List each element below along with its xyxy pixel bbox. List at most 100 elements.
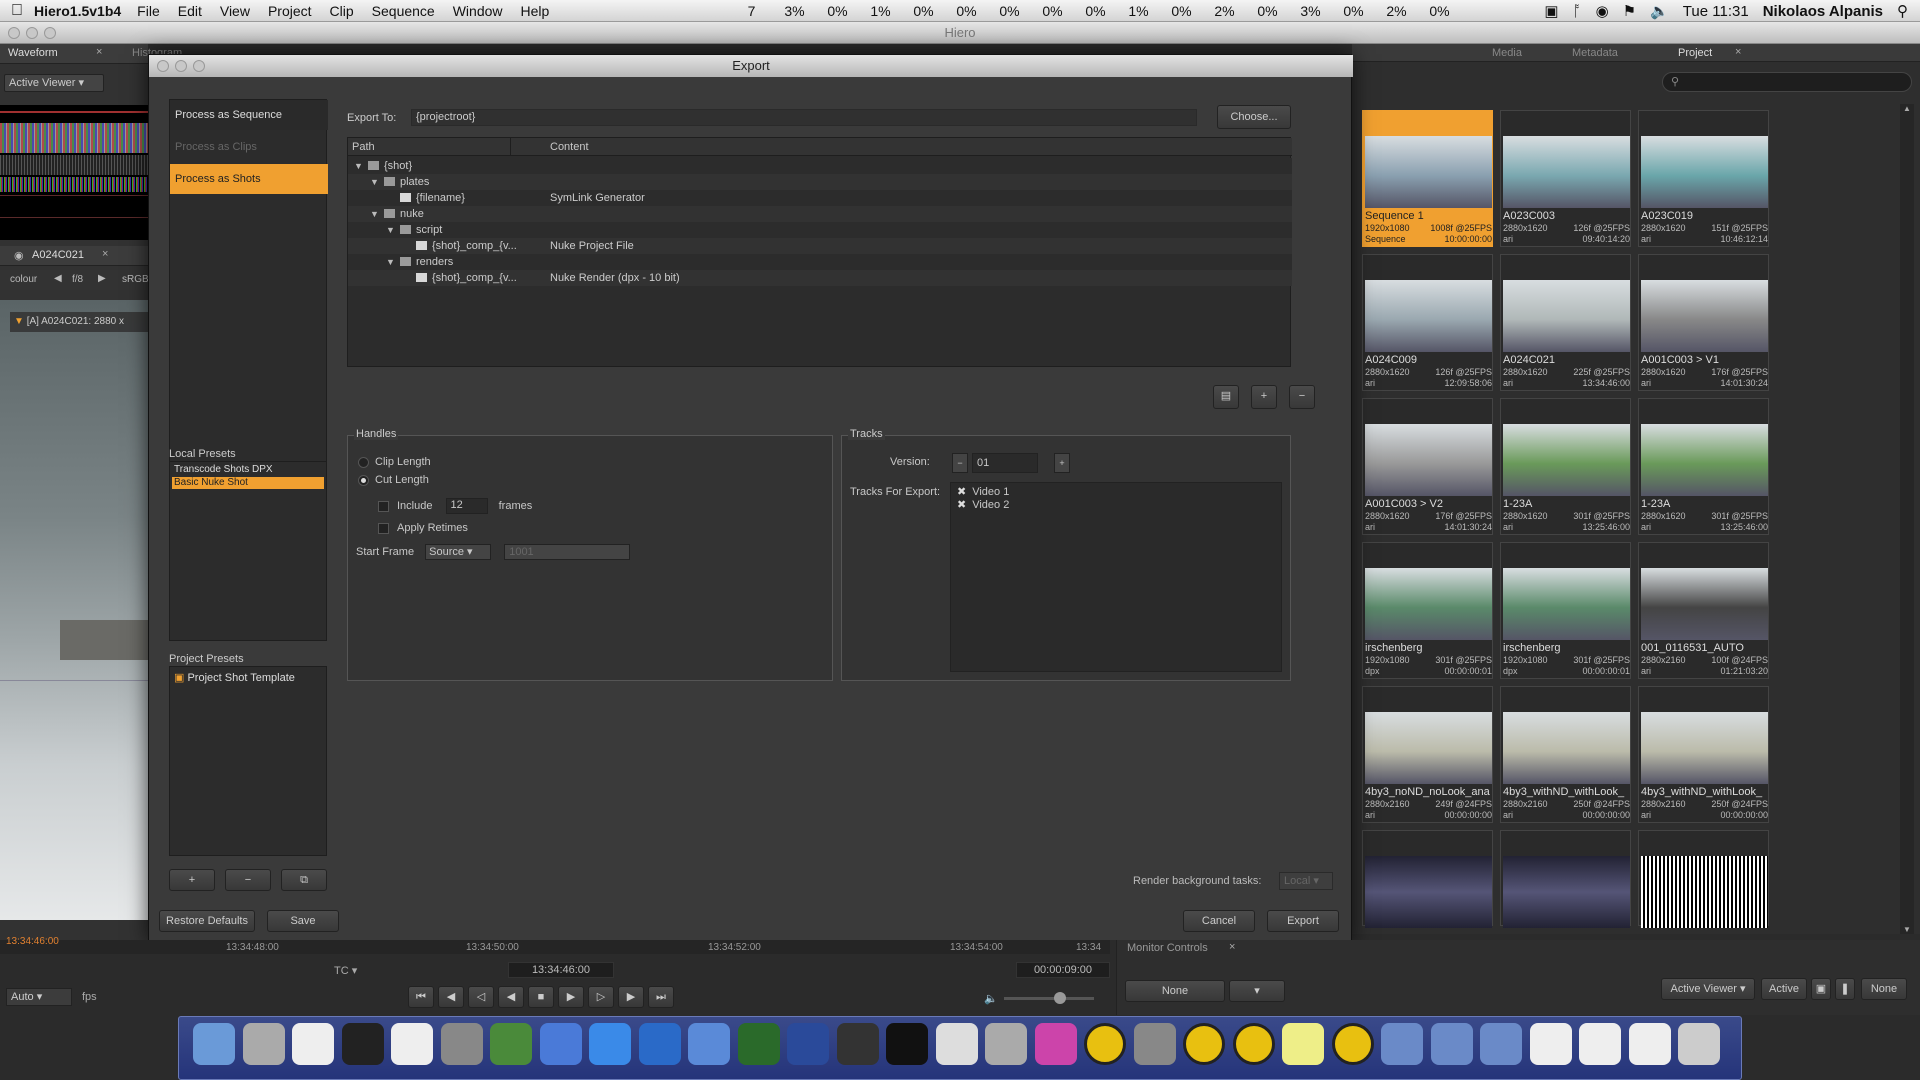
fstop-next-icon[interactable]: ▶ — [98, 273, 106, 284]
hiero-icon[interactable] — [1183, 1023, 1225, 1065]
disk-utility-icon[interactable] — [836, 1023, 879, 1065]
calendar-icon[interactable] — [391, 1023, 433, 1065]
safari-icon[interactable] — [539, 1023, 582, 1065]
itunes-icon[interactable] — [589, 1023, 631, 1065]
timeline-ruler[interactable]: 13:34:46:00 13:34:48:00 13:34:50:00 13:3… — [0, 936, 1110, 954]
rsi-guard-icon[interactable] — [935, 1023, 978, 1065]
version-input[interactable]: 01 — [972, 453, 1038, 473]
track-video-1[interactable]: ✖ Video 1 — [957, 485, 1009, 498]
scroll-up-icon[interactable]: ▲ — [1903, 104, 1911, 113]
finder-icon[interactable] — [193, 1023, 235, 1065]
tree-row[interactable]: ▼ nuke — [348, 206, 1292, 222]
tab-waveform[interactable]: Waveform — [8, 47, 58, 59]
dialog-minimize-icon[interactable] — [175, 60, 187, 72]
tree-row[interactable]: ▼ renders — [348, 254, 1292, 270]
cancel-button[interactable]: Cancel — [1183, 910, 1255, 932]
remove-path-button[interactable]: − — [1289, 385, 1315, 409]
scroll-down-icon[interactable]: ▼ — [1903, 925, 1911, 934]
menu-project[interactable]: Project — [268, 3, 312, 19]
status-item[interactable]: 0% — [1418, 3, 1461, 19]
next-edit-icon[interactable]: ▶ — [618, 986, 644, 1008]
bluetooth-icon[interactable]: ᚩ — [1573, 3, 1582, 20]
remove-preset-button[interactable]: − — [225, 869, 271, 891]
tree-row[interactable]: {shot}_comp_{v... Nuke Project File — [348, 238, 1292, 254]
app-r-icon[interactable] — [737, 1023, 780, 1065]
handles-frames-input[interactable]: 12 — [445, 498, 488, 514]
duplicate-preset-button[interactable]: ⧉ — [281, 869, 327, 891]
clip-thumbnail[interactable] — [1500, 830, 1631, 928]
process-as-shots[interactable]: Process as Shots — [170, 164, 328, 194]
preset-transcode-shots-dpx[interactable]: Transcode Shots DPX — [172, 464, 324, 476]
documents-folder-icon[interactable] — [1381, 1023, 1423, 1065]
textedit-icon[interactable] — [292, 1023, 334, 1065]
quicktime-icon[interactable] — [638, 1023, 681, 1065]
monitor-none-select[interactable]: None — [1125, 980, 1225, 1002]
clip-length-radio[interactable]: Clip Length — [358, 456, 431, 468]
monitor-none2-select[interactable]: None — [1861, 978, 1907, 1000]
bin-search-input[interactable]: ⚲ — [1662, 72, 1912, 92]
menu-help[interactable]: Help — [521, 3, 550, 19]
menu-edit[interactable]: Edit — [178, 3, 202, 19]
status-item[interactable]: 0% — [816, 3, 859, 19]
volume-icon[interactable]: 🔈 — [984, 992, 998, 1005]
close-window-icon[interactable] — [8, 27, 20, 39]
apple-menu-icon[interactable]:  — [0, 2, 34, 20]
expand-arrow-icon[interactable]: ▼ — [370, 206, 379, 222]
clip-thumbnail[interactable]: 001_0116531_AUTO 2880x2160 100f @24FPS ari 0… — [1638, 542, 1769, 679]
choose-button[interactable]: Choose... — [1217, 105, 1291, 129]
include-checkbox[interactable] — [378, 500, 389, 512]
menu-window[interactable]: Window — [453, 3, 503, 19]
close-tab-icon[interactable]: × — [96, 46, 102, 58]
mail-icon[interactable] — [688, 1023, 730, 1065]
tree-row[interactable]: {filename} SymLink Generator — [348, 190, 1292, 206]
clip-thumbnail[interactable]: A023C003 2880x1620 126f @25FPS ari 09:40:14:… — [1500, 110, 1631, 247]
version-increment-button[interactable]: + — [1054, 453, 1070, 473]
clip-thumbnail[interactable]: 4by3_noND_noLook_ana 2880x2160 249f @24FPS… — [1362, 686, 1493, 823]
menu-view[interactable]: View — [220, 3, 250, 19]
auto-select[interactable]: Auto ▾ — [6, 988, 72, 1006]
davinci-resolve-icon[interactable] — [1034, 1023, 1077, 1065]
zoom-window-icon[interactable] — [44, 27, 56, 39]
document-stack-icon[interactable] — [1628, 1023, 1671, 1065]
viewer-image[interactable]: ▼ [A] A024C021: 2880 x — [0, 300, 148, 920]
status-item[interactable]: 2% — [1203, 3, 1246, 19]
monitor-secondary-select[interactable]: ▾ — [1229, 980, 1285, 1002]
tree-row[interactable]: ▼ script — [348, 222, 1292, 238]
bin-scrollbar[interactable]: ▲ ▼ — [1900, 104, 1914, 934]
menu-file[interactable]: File — [137, 3, 160, 19]
start-frame-mode-select[interactable]: Source ▾ — [425, 544, 492, 560]
preset-project-shot-template[interactable]: ▣ Project Shot Template — [174, 671, 295, 684]
photos-icon[interactable] — [440, 1023, 483, 1065]
display-icon[interactable]: ▣ — [1544, 2, 1558, 20]
trash-icon[interactable] — [1678, 1023, 1720, 1065]
stop-icon[interactable]: ■ — [528, 986, 554, 1008]
status-item[interactable]: 0% — [945, 3, 988, 19]
expand-arrow-icon[interactable]: ▼ — [386, 222, 395, 238]
clip-thumbnail[interactable]: 1-23A 2880x1620 301f @25FPS ari 13:25:46:00 — [1638, 398, 1769, 535]
volume-slider[interactable] — [1004, 992, 1094, 1004]
version-decrement-button[interactable]: − — [952, 453, 968, 473]
status-item[interactable]: 1% — [1117, 3, 1160, 19]
tab-viewer[interactable]: A024C021 — [32, 249, 84, 261]
colour-label[interactable]: colour — [10, 274, 37, 285]
track-video-2[interactable]: ✖ Video 2 — [957, 498, 1009, 511]
menu-clip[interactable]: Clip — [330, 3, 354, 19]
preset-basic-nuke-shot[interactable]: Basic Nuke Shot — [172, 477, 324, 489]
status-item[interactable]: 0% — [988, 3, 1031, 19]
export-to-field[interactable]: {projectroot} — [411, 109, 1197, 126]
status-item[interactable]: 0% — [1246, 3, 1289, 19]
monitor-active-select[interactable]: Active — [1761, 978, 1807, 1000]
evernote-icon[interactable] — [490, 1023, 532, 1065]
applications-folder-icon[interactable] — [1430, 1023, 1473, 1065]
document-stack-icon[interactable] — [1529, 1023, 1572, 1065]
flag-icon[interactable]: ⚑ — [1623, 2, 1636, 20]
wifi-icon[interactable]: ◉ — [1596, 2, 1609, 20]
stickies-icon[interactable] — [1282, 1023, 1324, 1065]
tree-row[interactable]: ▼ {shot} — [348, 158, 1292, 174]
menu-sequence[interactable]: Sequence — [372, 3, 435, 19]
status-item[interactable]: 3% — [773, 3, 816, 19]
clip-thumbnail[interactable]: A001C003 > V2 2880x1620 176f @25FPS ari 14:0… — [1362, 398, 1493, 535]
volume-icon[interactable]: 🔈 — [1650, 2, 1669, 20]
hiero-icon[interactable] — [1331, 1023, 1374, 1065]
app-l-icon[interactable] — [787, 1023, 829, 1065]
